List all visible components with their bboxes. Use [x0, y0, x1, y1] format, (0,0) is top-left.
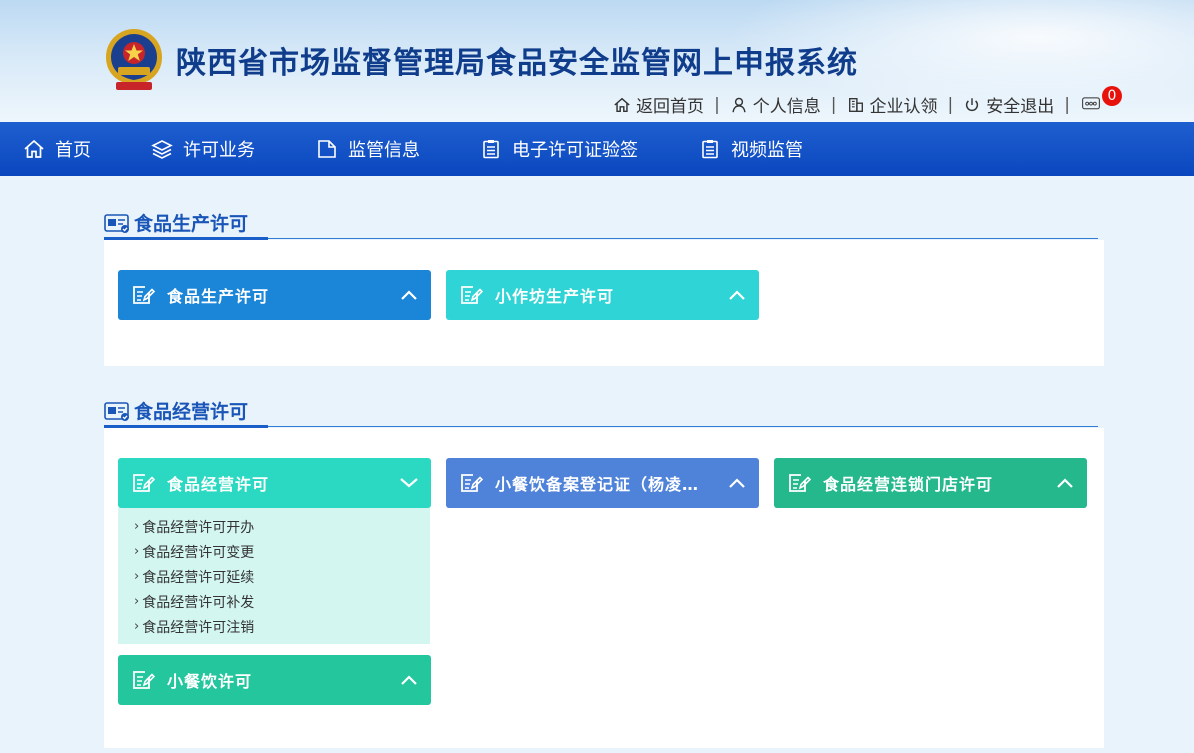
nav-item-e-license[interactable]: 电子许可证验签	[480, 136, 638, 162]
card-label: 小餐饮备案登记证（杨凌示…	[495, 475, 715, 494]
company-claim-link[interactable]: 企业认领	[847, 92, 938, 117]
submenu-item-label: 食品经营许可注销	[142, 619, 255, 636]
nav-item-license[interactable]: 许可业务	[151, 136, 255, 162]
nav-item-home[interactable]: 首页	[23, 136, 91, 162]
card-food-production[interactable]: 食品生产许可	[118, 270, 431, 320]
nav-item-video[interactable]: 视频监管	[699, 136, 803, 162]
chevron-right-icon: ›	[134, 619, 140, 634]
home-link-label: 返回首页	[636, 97, 705, 117]
chevron-down-icon[interactable]	[399, 473, 419, 493]
message-icon	[1082, 96, 1100, 109]
chevron-right-icon: ›	[134, 544, 140, 559]
card-label: 食品生产许可	[167, 287, 270, 306]
logout-link[interactable]: 安全退出	[963, 92, 1054, 117]
license-card-icon	[104, 213, 129, 233]
company-claim-label: 企业认领	[869, 97, 938, 117]
submenu-item-cancel[interactable]: › 食品经营许可注销	[118, 614, 430, 639]
separator: |	[947, 94, 954, 115]
submenu-item-change[interactable]: › 食品经营许可变更	[118, 539, 430, 564]
nav-item-label: 首页	[55, 140, 91, 161]
edit-form-icon	[789, 474, 811, 492]
nav-item-label: 许可业务	[183, 140, 255, 161]
card-workshop-production[interactable]: 小作坊生产许可	[446, 270, 759, 320]
separator: |	[1064, 94, 1070, 115]
section-title: 食品经营许可	[134, 401, 249, 423]
section-tab: 食品生产许可	[104, 208, 268, 240]
emblem-icon	[106, 29, 162, 90]
edit-form-icon	[461, 286, 483, 304]
submenu-item-renew[interactable]: › 食品经营许可延续	[118, 564, 430, 589]
submenu-item-open[interactable]: › 食品经营许可开办	[118, 514, 430, 539]
header-banner: 陕西省市场监督管理局食品安全监管网上申报系统 返回首页 | 个人信息 | 企业认…	[0, 0, 1194, 122]
section-header-operation: 食品经营许可	[104, 391, 1098, 428]
card-small-catering-license[interactable]: 小餐饮许可	[118, 655, 431, 705]
user-icon	[732, 97, 746, 112]
license-card-icon	[104, 401, 129, 421]
nav-item-label: 视频监管	[731, 140, 803, 161]
home-link[interactable]: 返回首页	[613, 92, 704, 117]
section-tab: 食品经营许可	[104, 396, 268, 428]
chevron-right-icon: ›	[134, 594, 140, 609]
edit-form-icon	[133, 286, 155, 304]
nav-item-supervision[interactable]: 监管信息	[316, 136, 420, 162]
building-icon	[848, 97, 863, 112]
document-icon	[318, 140, 336, 158]
submenu-food-operation: › 食品经营许可开办 › 食品经营许可变更 › 食品经营许可延续 › 食品经营许可补发 …	[118, 508, 430, 644]
nav-item-label: 监管信息	[348, 140, 420, 161]
chevron-up-icon[interactable]	[1055, 473, 1075, 493]
nav-item-label: 电子许可证验签	[512, 140, 638, 161]
chevron-right-icon: ›	[134, 569, 140, 584]
card-label: 小作坊生产许可	[495, 287, 615, 306]
power-icon	[966, 97, 979, 111]
separator: |	[714, 94, 720, 115]
logout-link-label: 安全退出	[986, 97, 1055, 117]
home-icon	[24, 139, 44, 158]
profile-link[interactable]: 个人信息	[730, 92, 821, 117]
edit-form-icon	[133, 671, 155, 689]
edit-form-icon	[461, 474, 483, 492]
layers-icon	[151, 140, 173, 159]
profile-link-label: 个人信息	[752, 97, 821, 117]
separator: |	[830, 94, 837, 115]
section-header-production: 食品生产许可	[104, 203, 1098, 240]
submenu-item-label: 食品经营许可开办	[142, 519, 255, 536]
submenu-item-reissue[interactable]: › 食品经营许可补发	[118, 589, 430, 614]
main-nav: 首页 许可业务 监管信息 电子许可证验签 视频监管	[0, 122, 1194, 176]
section-panel-operation: 食品经营许可 › 食品经营许可开办 › 食品经营许可变更 › 食品经营许可延续 › 食品…	[104, 428, 1104, 748]
card-food-operation[interactable]: 食品经营许可	[118, 458, 431, 508]
edit-form-icon	[133, 474, 155, 492]
card-label: 小餐饮许可	[167, 672, 253, 691]
chevron-right-icon: ›	[134, 519, 140, 534]
card-small-catering-record[interactable]: 小餐饮备案登记证（杨凌示…	[446, 458, 759, 508]
site-title: 陕西省市场监督管理局食品安全监管网上申报系统	[176, 46, 858, 81]
section-panel-production: 食品生产许可 小作坊生产许可	[104, 240, 1104, 366]
clipboard-icon	[702, 140, 718, 159]
chevron-up-icon[interactable]	[399, 285, 419, 305]
submenu-item-label: 食品经营许可变更	[142, 544, 255, 561]
top-links: 返回首页 | 个人信息 | 企业认领 | 安全退出 | 0	[613, 85, 1122, 117]
message-button[interactable]: 0	[1082, 85, 1122, 116]
card-label: 食品经营许可	[167, 475, 270, 494]
clipboard-icon	[483, 140, 499, 159]
message-count-badge: 0	[1102, 85, 1122, 106]
section-title: 食品生产许可	[134, 213, 249, 235]
submenu-item-label: 食品经营许可补发	[142, 594, 255, 611]
card-label: 食品经营连锁门店许可	[823, 475, 994, 494]
chevron-up-icon[interactable]	[727, 285, 747, 305]
home-icon	[614, 97, 630, 112]
card-chain-store-license[interactable]: 食品经营连锁门店许可	[774, 458, 1087, 508]
chevron-up-icon[interactable]	[727, 473, 747, 493]
submenu-item-label: 食品经营许可延续	[142, 569, 255, 586]
chevron-up-icon[interactable]	[399, 670, 419, 690]
